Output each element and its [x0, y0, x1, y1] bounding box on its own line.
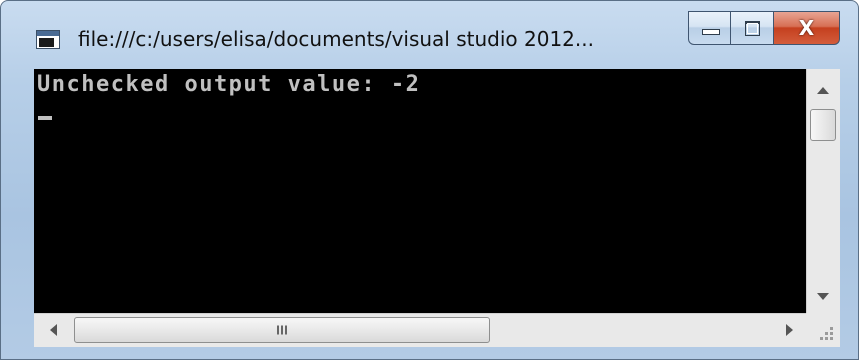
scroll-left-arrow-icon[interactable]: [50, 324, 57, 336]
console-app-icon[interactable]: [36, 30, 60, 49]
scroll-down-arrow-icon[interactable]: [817, 293, 829, 300]
console-output-area[interactable]: Unchecked output value: -2: [34, 69, 806, 313]
caption-buttons: X: [688, 11, 840, 47]
close-button[interactable]: X: [774, 11, 840, 45]
grip-dot: [825, 337, 828, 340]
maximize-icon: [745, 21, 760, 36]
console-output-line: Unchecked output value: -2: [37, 72, 421, 97]
maximize-button[interactable]: [731, 11, 774, 45]
horizontal-scroll-thumb[interactable]: [74, 317, 490, 343]
scroll-up-arrow-icon[interactable]: [817, 87, 829, 94]
grip-dot: [830, 332, 833, 335]
grip-dot: [820, 337, 823, 340]
minimize-button[interactable]: [688, 11, 731, 45]
grip-dot: [830, 337, 833, 340]
grip-icon: [277, 325, 287, 335]
minimize-icon: [702, 29, 720, 35]
horizontal-scrollbar[interactable]: [34, 313, 806, 347]
resize-grip[interactable]: [806, 313, 840, 347]
grip-dot: [825, 332, 828, 335]
vertical-scroll-thumb[interactable]: [810, 109, 836, 141]
vertical-scrollbar[interactable]: [806, 69, 840, 313]
window-title: file:///c:/users/elisa/documents/visual …: [78, 27, 594, 51]
console-window: file:///c:/users/elisa/documents/visual …: [0, 0, 859, 360]
scroll-right-arrow-icon[interactable]: [786, 324, 793, 336]
title-bar[interactable]: file:///c:/users/elisa/documents/visual …: [1, 1, 858, 67]
grip-dot: [830, 327, 833, 330]
close-icon: X: [798, 16, 815, 40]
text-cursor: [38, 116, 52, 120]
